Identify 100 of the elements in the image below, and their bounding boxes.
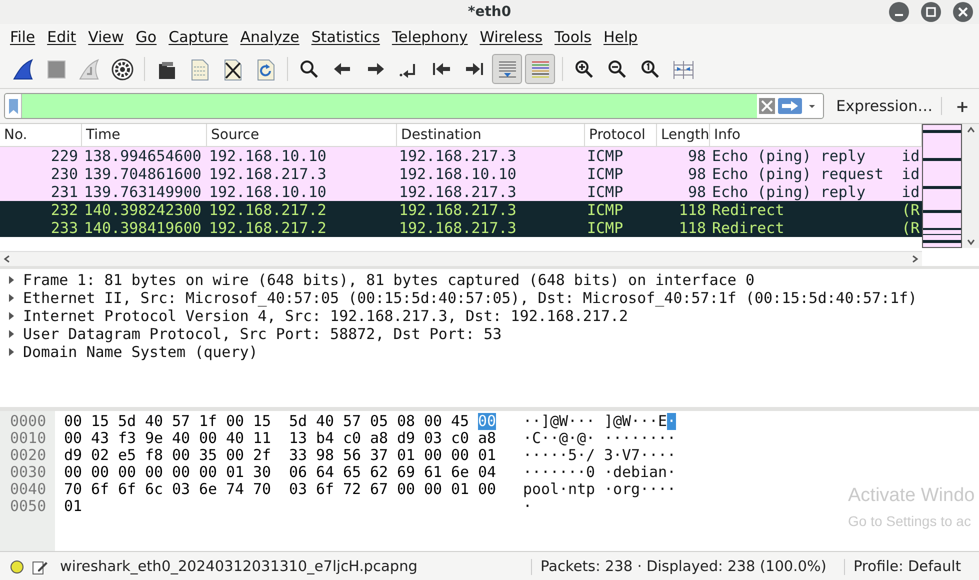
minimize-button[interactable] — [889, 2, 909, 22]
ascii-char[interactable]: @ — [550, 413, 559, 430]
hex-byte[interactable]: 04 — [478, 464, 496, 481]
display-filter-field[interactable] — [4, 93, 824, 119]
profile-label[interactable]: Profile: Default — [844, 559, 979, 575]
hex-byte[interactable]: 01 — [397, 447, 415, 464]
hex-byte[interactable]: 03 — [424, 430, 442, 447]
hex-byte[interactable]: 57 — [343, 413, 361, 430]
hex-byte[interactable]: 30 — [253, 464, 271, 481]
ascii-char[interactable]: · — [604, 430, 613, 447]
status-circle-icon[interactable] — [10, 560, 24, 574]
ascii-char[interactable]: E — [658, 413, 667, 430]
ascii-char[interactable]: · — [586, 430, 595, 447]
maximize-button[interactable] — [921, 2, 941, 22]
ascii-char[interactable]: o — [532, 481, 541, 498]
tree-item[interactable]: Frame 1: 81 bytes on wire (648 bits), 81 bytes captured (648 bits) on interface 0 — [23, 271, 754, 289]
ascii-char[interactable]: · — [667, 430, 676, 447]
ascii-char[interactable]: · — [559, 464, 568, 481]
hex-byte[interactable]: 00 — [118, 464, 136, 481]
hex-byte[interactable]: 6f — [91, 481, 109, 498]
ascii-char[interactable]: ] — [604, 413, 613, 430]
ascii-char[interactable]: @ — [613, 413, 622, 430]
ascii-char[interactable]: · — [667, 464, 676, 481]
hex-byte[interactable]: 64 — [316, 464, 334, 481]
hex-byte[interactable]: 01 — [64, 498, 82, 515]
ascii-char[interactable]: n — [568, 481, 577, 498]
search-icon[interactable] — [298, 58, 320, 80]
hex-byte[interactable]: 40 — [145, 413, 163, 430]
menu-item[interactable]: Edit — [41, 28, 82, 46]
column-header[interactable]: Info — [710, 124, 922, 146]
hex-byte[interactable]: 61 — [424, 464, 442, 481]
hex-byte[interactable]: 33 — [289, 447, 307, 464]
hex-byte[interactable]: f3 — [118, 430, 136, 447]
ascii-char[interactable]: p — [586, 481, 595, 498]
column-header[interactable]: Source — [207, 124, 397, 146]
maximize-icon[interactable] — [926, 7, 936, 17]
hex-byte[interactable]: 6e — [451, 464, 469, 481]
packet-row[interactable]: 232 140.398242300 192.168.217.2 192.168.217.3 ICMP 118 Redirect (R — [0, 201, 922, 219]
hex-byte[interactable]: 6e — [199, 481, 217, 498]
ascii-char[interactable]: p — [523, 481, 532, 498]
hex-byte[interactable]: 37 — [370, 447, 388, 464]
ascii-char[interactable]: · — [649, 413, 658, 430]
ascii-char[interactable]: · — [523, 498, 532, 515]
hex-byte[interactable]: 72 — [343, 481, 361, 498]
ascii-char[interactable]: · — [631, 430, 640, 447]
hex-byte[interactable]: 57 — [172, 413, 190, 430]
hex-byte[interactable]: 00 — [64, 464, 82, 481]
hex-byte[interactable]: 67 — [370, 481, 388, 498]
hex-byte[interactable]: 11 — [253, 430, 271, 447]
hex-byte[interactable]: 01 — [451, 481, 469, 498]
hex-byte[interactable]: 00 — [91, 464, 109, 481]
hex-byte[interactable]: 62 — [370, 464, 388, 481]
hex-byte[interactable]: c0 — [343, 430, 361, 447]
menu-item[interactable]: Go — [130, 28, 163, 46]
zoom-in-icon[interactable] — [572, 58, 596, 80]
hex-byte[interactable]: 02 — [91, 447, 109, 464]
ascii-char[interactable]: 3 — [604, 447, 613, 464]
tree-item[interactable]: User Datagram Protocol, Src Port: 58872, Dst Port: 53 — [23, 325, 502, 343]
ascii-char[interactable]: · — [658, 430, 667, 447]
ascii-char[interactable]: · — [649, 481, 658, 498]
menu-item[interactable]: Capture — [162, 28, 234, 46]
hex-byte[interactable]: 00 — [451, 447, 469, 464]
column-header[interactable]: Time — [82, 124, 207, 146]
hex-byte[interactable]: 40 — [226, 430, 244, 447]
hex-byte[interactable]: 00 — [424, 447, 442, 464]
hex-byte[interactable]: 5d — [289, 413, 307, 430]
close-button[interactable] — [953, 2, 973, 22]
ascii-char[interactable]: o — [541, 481, 550, 498]
hex-byte[interactable]: 03 — [289, 481, 307, 498]
ascii-char[interactable]: · — [667, 447, 676, 464]
expander-arrow-icon[interactable] — [6, 311, 16, 321]
tree-item[interactable]: Ethernet II, Src: Microsof_40:57:05 (00:15:5d:40:57:05), Dst: Microsof_40:57:1f (00:15:5d:40:57:1f) — [23, 289, 918, 307]
column-header[interactable]: Length — [657, 124, 710, 146]
ascii-char[interactable]: · — [640, 447, 649, 464]
menu-item[interactable]: Statistics — [305, 28, 386, 46]
ascii-char[interactable]: · — [613, 430, 622, 447]
hex-byte[interactable]: 9e — [145, 430, 163, 447]
hex-byte[interactable]: e5 — [118, 447, 136, 464]
hex-byte[interactable]: b4 — [316, 430, 334, 447]
ascii-char[interactable]: · — [523, 413, 532, 430]
hex-byte[interactable]: 43 — [91, 430, 109, 447]
ascii-char[interactable]: · — [559, 481, 568, 498]
hex-byte[interactable]: 74 — [226, 481, 244, 498]
gear-icon[interactable] — [110, 58, 134, 80]
ascii-char[interactable]: · — [640, 481, 649, 498]
hex-byte[interactable]: 01 — [478, 447, 496, 464]
clear-icon[interactable] — [759, 98, 776, 114]
hex-byte[interactable]: 03 — [172, 481, 190, 498]
hex-byte[interactable]: 65 — [343, 464, 361, 481]
ascii-char[interactable]: · — [568, 464, 577, 481]
ascii-char[interactable]: a — [649, 464, 658, 481]
ascii-char[interactable]: @ — [559, 430, 568, 447]
hex-byte[interactable]: 70 — [64, 481, 82, 498]
hex-byte[interactable]: 00 — [397, 481, 415, 498]
hex-byte[interactable]: 01 — [226, 464, 244, 481]
hex-byte[interactable]: 6f — [316, 481, 334, 498]
ascii-char[interactable]: · — [523, 430, 532, 447]
ascii-char[interactable]: W — [622, 413, 631, 430]
hex-byte[interactable]: 00 — [199, 430, 217, 447]
hex-byte[interactable]: 00 — [199, 464, 217, 481]
